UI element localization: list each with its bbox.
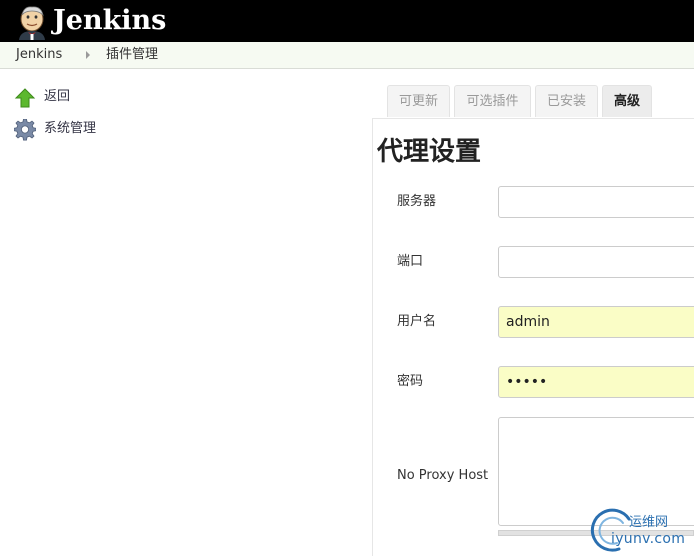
watermark: 运维网 iyunv.com — [589, 507, 689, 553]
jenkins-logo-text[interactable]: Jenkins — [53, 3, 166, 39]
proxy-settings-title: 代理设置 — [377, 137, 482, 167]
sidebar-item-back[interactable]: 返回 — [14, 86, 104, 108]
port-input[interactable] — [498, 246, 694, 278]
port-label: 端口 — [397, 254, 424, 269]
server-label: 服务器 — [397, 194, 437, 209]
breadcrumb-jenkins[interactable]: Jenkins — [16, 42, 62, 68]
sidebar-item-manage-jenkins[interactable]: 系统管理 — [14, 118, 114, 141]
page-header: Jenkins — [0, 0, 694, 42]
tab-advanced[interactable]: 高级 — [602, 85, 652, 117]
breadcrumb-plugin-manager[interactable]: 插件管理 — [106, 42, 158, 68]
breadcrumb: Jenkins 插件管理 — [0, 42, 694, 69]
jenkins-butler-logo-icon[interactable] — [14, 4, 50, 40]
sidebar-item-label: 系统管理 — [44, 121, 97, 136]
username-label: 用户名 — [397, 314, 437, 329]
up-arrow-icon — [14, 88, 36, 108]
username-input[interactable] — [498, 306, 694, 338]
watermark-bottom-text: iyunv.com — [611, 531, 686, 547]
breadcrumb-arrow-icon[interactable] — [86, 51, 90, 59]
watermark-top-text: 运维网 — [629, 515, 669, 530]
password-label: 密码 — [397, 374, 424, 389]
tab-installed[interactable]: 已安装 — [535, 85, 598, 117]
password-input[interactable] — [498, 366, 694, 398]
no-proxy-host-label: No Proxy Host — [397, 468, 489, 483]
tab-available[interactable]: 可选插件 — [454, 85, 531, 117]
sidebar-item-label: 返回 — [44, 89, 71, 104]
tab-updates[interactable]: 可更新 — [387, 85, 450, 117]
gear-icon — [14, 119, 36, 141]
server-input[interactable] — [498, 186, 694, 218]
